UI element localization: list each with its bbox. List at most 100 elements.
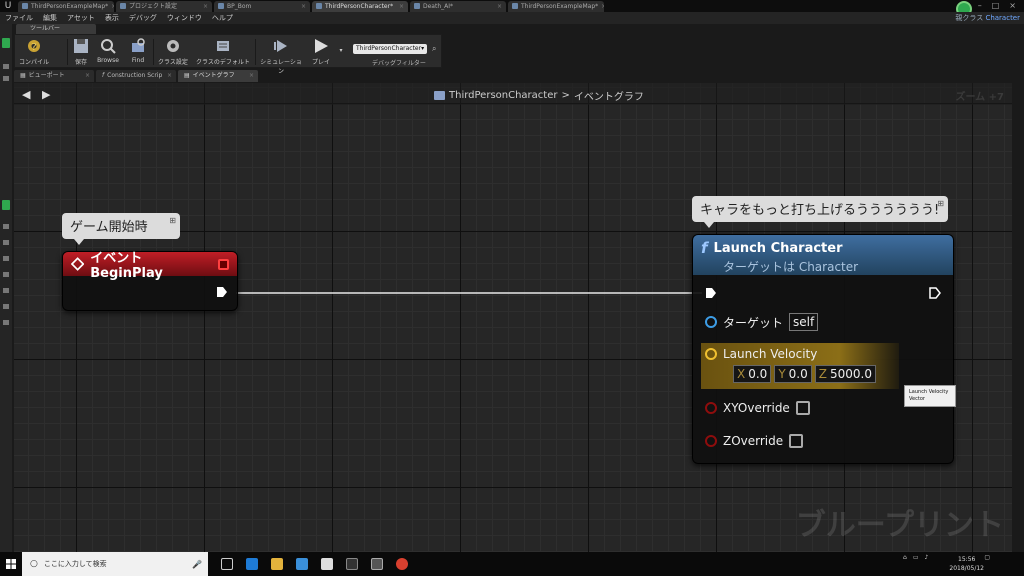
pin-icon[interactable]: ⊞ — [937, 199, 944, 208]
save-button[interactable]: 保存 — [71, 37, 91, 67]
search-icon[interactable]: ⌕ — [432, 44, 436, 54]
menu-asset[interactable]: アセット — [62, 13, 100, 23]
tab-viewport[interactable]: ▦ ビューポート × — [14, 70, 94, 82]
title-bar: U ThirdPersonExampleMap* × プロジェクト設定 × BP_B… — [0, 0, 1024, 17]
parent-class-link[interactable]: Character — [985, 14, 1020, 22]
left-panel-strip — [0, 24, 12, 552]
bool-pin-icon[interactable] — [705, 402, 717, 414]
debug-object-select[interactable]: ThirdPersonCharacter▾ — [353, 44, 427, 54]
play-icon — [315, 39, 328, 53]
panel-icon[interactable] — [3, 240, 9, 245]
z-override-checkbox[interactable] — [789, 434, 804, 448]
panel-icon[interactable] — [3, 288, 9, 293]
play-options-chevron-icon[interactable]: ▾ — [337, 47, 345, 55]
doc-tab-3[interactable]: BP_Bom × — [214, 0, 310, 12]
close-icon[interactable]: × — [203, 1, 208, 12]
function-icon: f — [102, 72, 105, 79]
object-pin-icon[interactable] — [705, 316, 717, 328]
doc-tab-6[interactable]: ThirdPersonExampleMap* × — [508, 0, 604, 12]
gear-icon — [167, 40, 179, 52]
task-view-icon[interactable] — [221, 558, 233, 570]
event-graph-canvas[interactable]: ◀ ▶ ThirdPersonCharacter > イベントグラフ ズーム +… — [14, 83, 1012, 552]
minimize-icon[interactable]: – — [978, 0, 982, 12]
menu-edit[interactable]: 編集 — [38, 13, 62, 23]
doc-tab-5[interactable]: Death_AI* × — [410, 0, 506, 12]
menu-help[interactable]: ヘルプ — [207, 13, 238, 23]
mail-icon[interactable] — [321, 558, 333, 570]
class-settings-button[interactable]: クラス設定 — [157, 37, 189, 67]
tab-construction-script[interactable]: f Construction Scrip × — [96, 70, 176, 82]
taskbar-clock[interactable]: 15:56 2018/05/12 — [949, 555, 984, 573]
windows-start-button[interactable] — [0, 552, 22, 576]
edge-icon[interactable] — [246, 558, 258, 570]
tab-event-graph[interactable]: ▤ イベントグラフ × — [178, 70, 258, 82]
windows-logo-icon — [6, 559, 16, 569]
simulation-button[interactable]: シミュレーション — [259, 37, 303, 75]
exec-out-pin-icon[interactable] — [929, 287, 941, 299]
unreal-editor-icon[interactable] — [371, 558, 383, 570]
add-icon[interactable] — [2, 200, 10, 210]
panel-icon[interactable] — [3, 76, 9, 81]
exec-in-pin-icon[interactable] — [705, 287, 717, 299]
velocity-z-input[interactable]: Z 5000.0 — [814, 365, 876, 383]
vector-pin-icon[interactable] — [705, 348, 717, 360]
graph-icon: ▤ — [184, 72, 190, 79]
close-icon[interactable]: × — [85, 70, 90, 82]
velocity-x-input[interactable]: X 0.0 — [733, 365, 772, 383]
close-icon[interactable]: × — [111, 1, 114, 12]
close-icon[interactable]: × — [497, 1, 502, 12]
microphone-icon[interactable]: 🎤 — [192, 560, 202, 569]
find-button[interactable]: Find — [127, 37, 149, 67]
notifications-icon[interactable]: ▢ — [984, 554, 990, 561]
close-icon[interactable]: × — [301, 1, 306, 12]
blueprint-icon — [316, 3, 322, 9]
menu-view[interactable]: 表示 — [100, 13, 124, 23]
exec-out-pin-icon[interactable] — [216, 286, 228, 298]
menu-debug[interactable]: デバッグ — [124, 13, 162, 23]
close-window-icon[interactable]: × — [1009, 0, 1016, 12]
doc-tab-2[interactable]: プロジェクト設定 × — [116, 0, 212, 12]
bool-pin-icon[interactable] — [705, 435, 717, 447]
editor-tabs: ▦ ビューポート × f Construction Scrip × ▤ イベントグラフ × — [14, 70, 258, 82]
target-value: self — [789, 313, 819, 331]
store-icon[interactable] — [296, 558, 308, 570]
close-icon[interactable]: × — [249, 70, 254, 82]
velocity-y-input[interactable]: Y 0.0 — [774, 365, 812, 383]
network-icon[interactable]: ▭ — [913, 554, 919, 561]
chrome-icon[interactable] — [396, 558, 408, 570]
save-icon — [74, 39, 88, 53]
compile-button[interactable]: ? コンパイル — [17, 37, 51, 67]
file-explorer-icon[interactable] — [271, 558, 283, 570]
taskbar-search-input[interactable]: ○ ここに入力して検索 🎤 — [22, 552, 208, 576]
doc-tab-4[interactable]: ThirdPersonCharacter* × — [312, 0, 408, 12]
xy-override-checkbox[interactable] — [795, 401, 810, 415]
panel-icon[interactable] — [3, 304, 9, 309]
close-icon[interactable]: × — [167, 70, 172, 82]
panel-icon[interactable] — [3, 224, 9, 229]
comment-bubble[interactable]: キャラをもっと打ち上げるうううううう! ⊞ — [692, 196, 948, 228]
epic-launcher-icon[interactable] — [346, 558, 358, 570]
panel-icon[interactable] — [3, 256, 9, 261]
close-icon[interactable]: × — [601, 1, 604, 12]
people-icon[interactable]: ⌂ — [903, 554, 907, 561]
doc-tab-1[interactable]: ThirdPersonExampleMap* × — [18, 0, 114, 12]
panel-icon[interactable] — [3, 320, 9, 325]
delegate-pin[interactable] — [218, 258, 230, 270]
add-icon[interactable] — [2, 38, 10, 48]
comment-bubble[interactable]: ゲーム開始時 ⊞ — [62, 213, 180, 245]
panel-icon[interactable] — [3, 64, 9, 69]
event-beginplay-node[interactable]: イベント BeginPlay — [62, 251, 238, 311]
menu-file[interactable]: ファイル — [0, 13, 38, 23]
class-defaults-button[interactable]: クラスのデフォルト — [195, 37, 251, 67]
pin-icon[interactable]: ⊞ — [169, 216, 176, 225]
menu-window[interactable]: ウィンドウ — [162, 13, 207, 23]
launch-character-node[interactable]: f Launch Character ターゲットは Character ターゲッ… — [692, 234, 954, 464]
browse-button[interactable]: Browse — [95, 37, 121, 67]
play-button[interactable]: プレイ — [309, 37, 333, 67]
toolbar-tab[interactable]: ツールバー — [16, 24, 96, 34]
volume-icon[interactable]: ♪ — [924, 554, 928, 561]
compile-icon: ? — [28, 40, 40, 53]
close-icon[interactable]: × — [399, 1, 404, 12]
maximize-icon[interactable]: □ — [992, 0, 1000, 12]
panel-icon[interactable] — [3, 272, 9, 277]
